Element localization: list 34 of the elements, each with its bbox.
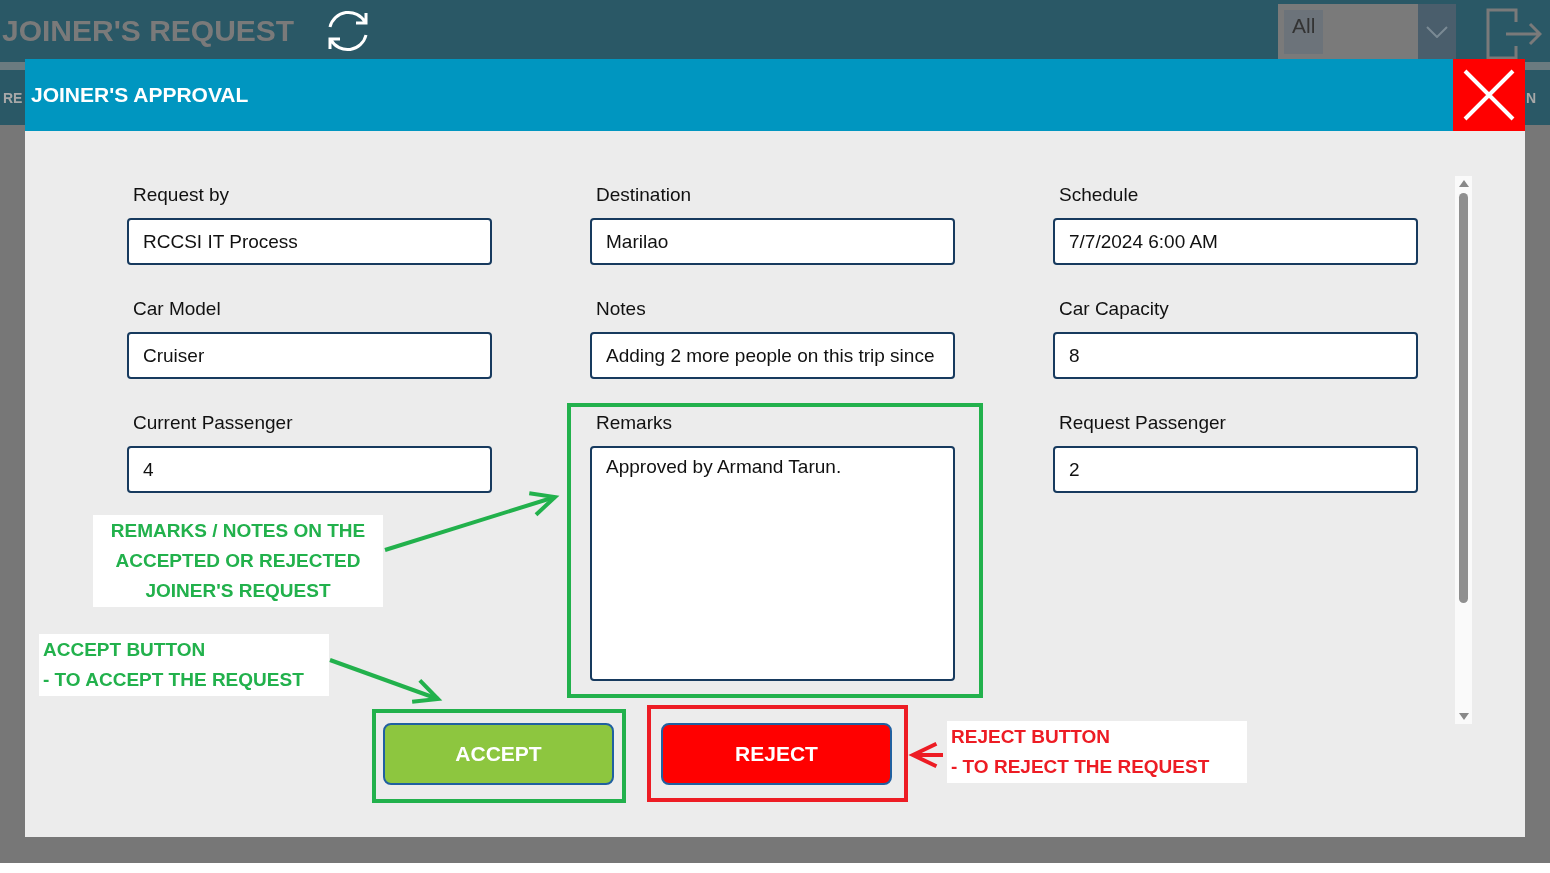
chevron-down-icon [1426,26,1448,38]
field-label: Request by [132,184,231,207]
field-label: Car Capacity [1058,298,1170,321]
field-label: Destination [595,184,693,207]
arrow [908,741,943,769]
scroll-down-icon[interactable] [1458,713,1469,720]
logout-icon[interactable] [1486,8,1542,60]
tab-label: RE [3,89,23,106]
input-field[interactable]: 4 [127,446,492,493]
input-field[interactable]: Adding 2 more people on this trip since [590,332,955,379]
field-label: Notes [595,298,647,321]
field-label: Schedule [1058,184,1140,207]
field-label: Remarks [595,412,673,435]
input-field[interactable]: RCCSI IT Process [127,218,492,265]
annotation-note: REMARKS / NOTES ON THE ACCEPTED OR REJECTED JOINER'S REQUEST [93,515,383,607]
input-field[interactable]: 2 [1053,446,1418,493]
tab-label: N [1525,89,1536,106]
reject-button[interactable]: REJECT [661,723,892,785]
close-icon [1463,69,1515,121]
scroll-up-icon[interactable] [1458,180,1469,187]
field-label: Request Passenger [1058,412,1227,435]
dialog-title: JOINER'S APPROVAL [31,83,250,107]
annotation-note: REJECT BUTTON - TO REJECT THE REQUEST [947,721,1247,783]
close-button[interactable] [1453,59,1525,131]
input-field[interactable]: 8 [1053,332,1418,379]
input-field[interactable]: 7/7/2024 6:00 AM [1053,218,1418,265]
input-field[interactable]: Marilao [590,218,955,265]
field-label: Car Model [132,298,222,321]
remarks-field[interactable]: Approved by Armand Tarun. [590,446,955,681]
input-field[interactable]: Cruiser [127,332,492,379]
field-label: Current Passenger [132,412,294,435]
scrollbar[interactable] [1455,176,1472,724]
annotation-note: ACCEPT BUTTON - TO ACCEPT THE REQUEST [39,634,329,696]
app-title: JOINER'S REQUEST [2,14,295,48]
